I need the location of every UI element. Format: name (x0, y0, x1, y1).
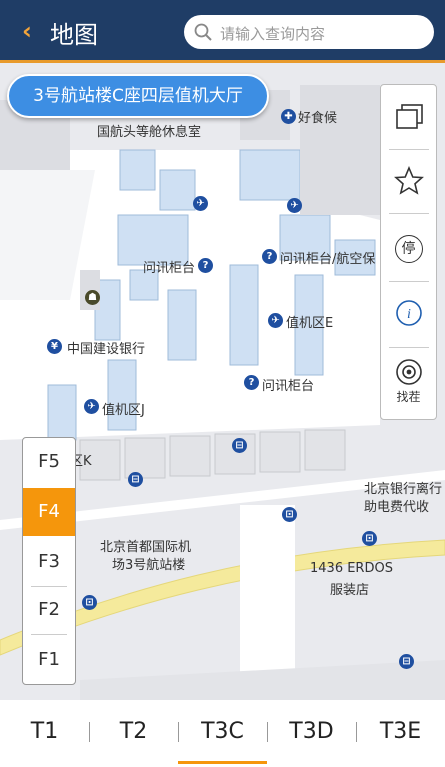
page-title: 地图 (50, 21, 98, 49)
parking-icon: 停 (394, 235, 423, 263)
map-label-info-desk-2[interactable]: 问讯柜台/航空保 (280, 248, 375, 267)
restaurant-icon: ✚ (281, 109, 296, 124)
bank-icon: ¥ (47, 339, 62, 354)
tab-t3e[interactable]: T3E (356, 700, 445, 764)
search-icon (194, 23, 212, 41)
checkin-icon: ✈ (193, 196, 208, 211)
service-icon: ⊟ (232, 438, 247, 453)
checkin-icon: ✈ (268, 313, 283, 328)
info-icon: i (395, 300, 422, 326)
tool-parking[interactable]: 停 (381, 217, 436, 281)
bus-icon: ⊡ (362, 531, 377, 546)
tool-locate-label: 找茬 (396, 389, 421, 404)
search-input[interactable]: 请输入查询内容 (184, 15, 434, 49)
map-label-checkin-j[interactable]: 值机区J (102, 399, 145, 418)
info-desk-icon: ? (198, 258, 213, 273)
bus-icon: ⊡ (282, 507, 297, 522)
search-placeholder: 请输入查询内容 (220, 25, 326, 43)
star-icon (393, 166, 424, 195)
service-icon: ⊟ (399, 654, 414, 669)
map-label-erdos[interactable]: 1436 ERDOS (310, 561, 393, 576)
location-chip[interactable]: 3号航站楼C座四层值机大厅 (7, 74, 269, 118)
map-label-airport-t3[interactable]: 北京首都国际机 (100, 536, 191, 555)
checkin-icon: ✈ (84, 399, 99, 414)
map-label-info-desk[interactable]: 问讯柜台 (143, 257, 195, 276)
tab-t2[interactable]: T2 (89, 700, 178, 764)
map-label-haoshihou[interactable]: 好食候 (298, 107, 337, 126)
terminal-tabs: T1 T2 T3C T3D T3E (0, 700, 445, 767)
info-desk-icon: ? (262, 249, 277, 264)
floor-f1[interactable]: F1 (23, 636, 75, 684)
tab-t1[interactable]: T1 (0, 700, 89, 764)
floor-f2[interactable]: F2 (23, 586, 75, 634)
svg-text:i: i (407, 307, 411, 322)
map-label-checkin-e[interactable]: 值机区E (286, 312, 333, 331)
tool-locate[interactable]: 找茬 (381, 349, 436, 413)
locate-icon (395, 358, 422, 385)
restroom-icon: ☗ (85, 290, 100, 305)
floor-selector: F5 F4 F3 F2 F1 (22, 437, 76, 685)
map-label-bank-of-beijing[interactable]: 北京银行离行 (364, 478, 442, 497)
tool-info[interactable]: i (381, 281, 436, 345)
map-label-info-desk-3[interactable]: 问讯柜台 (262, 375, 314, 394)
floor-f3[interactable]: F3 (23, 538, 75, 586)
tool-favorites[interactable] (381, 149, 436, 213)
map-label-ccb[interactable]: 中国建设银行 (67, 338, 145, 357)
header-bar: ‹ 地图 请输入查询内容 (0, 0, 445, 63)
map-tools-panel: 停 i 找茬 (380, 84, 437, 420)
floor-f4[interactable]: F4 (23, 488, 75, 536)
map-label-clothing-store[interactable]: 服装店 (330, 579, 369, 598)
map-label-air-china-lounge[interactable]: 国航头等舱休息室 (97, 121, 201, 140)
back-icon[interactable]: ‹ (22, 17, 32, 45)
tab-t3c[interactable]: T3C (178, 700, 267, 764)
checkin-icon: ✈ (287, 198, 302, 213)
tool-layers[interactable] (381, 85, 436, 149)
map-label-airport-t3-2[interactable]: 场3号航站楼 (112, 554, 185, 573)
floor-f5[interactable]: F5 (23, 438, 75, 486)
tab-t3d[interactable]: T3D (267, 700, 356, 764)
service-icon: ⊟ (128, 472, 143, 487)
map-label-utility-service[interactable]: 助电费代收 (364, 496, 429, 515)
bus-icon: ⊡ (82, 595, 97, 610)
layers-icon (395, 104, 423, 129)
info-desk-icon: ? (244, 375, 259, 390)
